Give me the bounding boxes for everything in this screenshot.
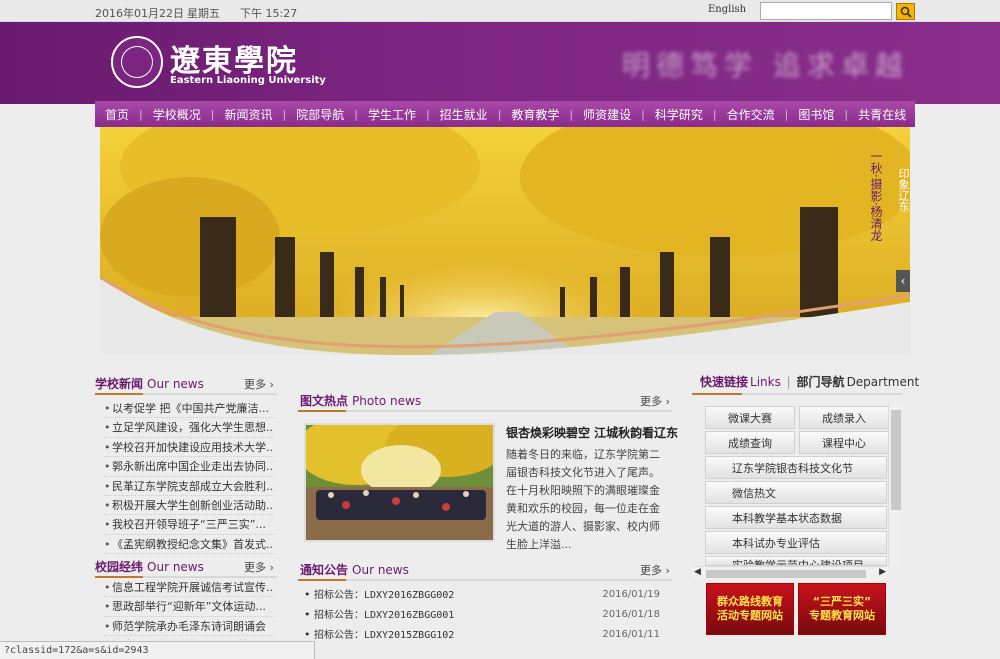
quick-link-button[interactable]: 微信热文 xyxy=(705,481,887,504)
nav-item-3[interactable]: 院部导航 xyxy=(286,106,354,123)
banner-slideshow[interactable]: ‹ xyxy=(100,127,910,355)
school-news-title: 学校新闻 Our news xyxy=(95,377,204,391)
list-item[interactable]: 信息工程学院开展诚信考试宣传... xyxy=(104,578,274,598)
bullet: • xyxy=(304,588,314,601)
top-bar: 2016年01月22日 星期五 下午 15:27 English xyxy=(0,0,1000,22)
list-item[interactable]: 民革辽东学院支部成立大会胜利... xyxy=(104,477,274,496)
notice-title[interactable]: 招标公告：LDXY2016ZBGG002 xyxy=(314,590,454,601)
nav-item-7[interactable]: 师资建设 xyxy=(573,106,641,123)
promo-three-stricts[interactable]: “三严三实” 专题教育网站 xyxy=(798,583,886,635)
nav-item-5[interactable]: 招生就业 xyxy=(430,106,498,123)
quick-link-button[interactable]: 本科试办专业评估 xyxy=(705,531,887,554)
list-item[interactable]: 思政部举行“迎新年”文体运动... xyxy=(104,597,274,617)
english-link[interactable]: English xyxy=(708,4,746,15)
current-weekday: 星期五 xyxy=(187,7,220,20)
nav-item-11[interactable]: 共青在线 xyxy=(848,106,916,123)
quick-link-button[interactable]: 成绩查询 xyxy=(705,431,795,454)
notice-title[interactable]: 招标公告：LDXY2016ZBGG001 xyxy=(314,610,454,621)
photo-news-image[interactable] xyxy=(304,423,495,542)
list-item[interactable]: 郭永新出席中国企业走出去协同... xyxy=(104,457,274,477)
banner-next-arrow[interactable]: ‹ xyxy=(896,270,910,292)
notice-date: 2016/01/18 xyxy=(602,609,660,620)
campus-news-list: 信息工程学院开展诚信考试宣传...思政部举行“迎新年”文体运动...师范学院承办… xyxy=(104,578,274,640)
campus-news-title: 校园经纬 Our news xyxy=(95,560,204,574)
photo-news-more-link[interactable]: 更多 › xyxy=(640,393,670,409)
quick-links-horizontal-scrollbar[interactable]: ◀ ▶ xyxy=(692,566,888,580)
notices-divider xyxy=(298,579,672,581)
quick-links-vertical-scrollbar[interactable] xyxy=(888,404,902,566)
search-button[interactable] xyxy=(896,3,915,20)
list-item[interactable]: 《孟宪纲教授纪念文集》首发式... xyxy=(104,535,274,555)
nav-item-6[interactable]: 教育教学 xyxy=(501,106,569,123)
quick-link-button[interactable]: 课程中心 xyxy=(799,431,889,454)
list-item[interactable]: 师范学院承办毛泽东诗词朗诵会 xyxy=(104,617,274,637)
nav-item-0[interactable]: 首页 xyxy=(95,106,139,123)
photo-news-title: 图文热点 Photo news xyxy=(300,394,422,408)
banner-caption-credit: 一秋·摄影·杨清龙 xyxy=(869,150,883,242)
school-news-more-link[interactable]: 更多 › xyxy=(244,376,274,392)
list-item[interactable]: 信息工程学院举行2016届毕... xyxy=(104,636,274,640)
school-news-divider xyxy=(95,393,277,395)
browser-status-bar: ?classid=172&a=s&id=2943 xyxy=(0,641,315,659)
search-input[interactable] xyxy=(760,2,892,20)
bullet: • xyxy=(304,628,314,641)
school-news-list: 以考促学 把《中国共产党廉洁...立足学风建设，强化大学生思想...学校召开加快… xyxy=(104,399,274,555)
tab-quick-links[interactable]: 快速链接 Links xyxy=(700,375,781,389)
group-photo-image xyxy=(306,425,493,540)
list-item[interactable]: 我校召开领导班子“三严三实”... xyxy=(104,515,274,535)
notice-item[interactable]: • 招标公告：LDXY2016ZBGG002 2016/01/19 xyxy=(304,585,660,605)
nav-item-1[interactable]: 学校概况 xyxy=(143,106,211,123)
nav-item-4[interactable]: 学生工作 xyxy=(358,106,426,123)
photo-news-summary: 随着冬日的来临，辽东学院第二届银杏科技文化节进入了尾声。在十月秋阳映照下的满眼璀… xyxy=(506,448,660,551)
notice-item[interactable]: • 招标公告：LDXY2015ZBGG102 2016/01/11 xyxy=(304,625,660,645)
notice-date: 2016/01/11 xyxy=(602,629,660,640)
campus-news-more-link[interactable]: 更多 › xyxy=(244,559,274,575)
list-item[interactable]: 以考促学 把《中国共产党廉洁... xyxy=(104,399,274,419)
quick-link-button[interactable]: 辽东学院银杏科技文化节 xyxy=(705,456,887,479)
banner-ginkgo-photo xyxy=(100,127,910,355)
notice-date: 2016/01/19 xyxy=(602,589,660,600)
current-time: 下午 15:27 xyxy=(240,7,298,20)
logo-chinese-name[interactable]: 遼東學院 xyxy=(170,36,298,80)
nav-item-9[interactable]: 合作交流 xyxy=(717,106,785,123)
list-item[interactable]: 立足学风建设，强化大学生思想... xyxy=(104,418,274,438)
nav-item-8[interactable]: 科学研究 xyxy=(645,106,713,123)
photo-news-headline[interactable]: 银杏焕彩映碧空 江城秋韵看辽东 xyxy=(506,424,678,441)
list-item[interactable]: 积极开展大学生创新创业活动助... xyxy=(104,496,274,516)
header-slogan: 明德笃学 追求卓越 xyxy=(622,49,909,82)
quick-links-tabs: 快速链接 Links | 部门导航 Department xyxy=(700,375,920,389)
search-icon xyxy=(900,6,912,18)
quick-link-button[interactable]: 微课大赛 xyxy=(705,406,795,429)
notices-list: • 招标公告：LDXY2016ZBGG002 2016/01/19 • 招标公告：L… xyxy=(304,585,660,645)
current-date: 2016年01月22日 xyxy=(95,7,184,20)
nav-item-10[interactable]: 图书馆 xyxy=(788,106,844,123)
bullet: • xyxy=(304,608,314,621)
logo-english-name[interactable]: Eastern Liaoning University xyxy=(170,75,326,86)
notices-more-link[interactable]: 更多 › xyxy=(640,562,670,578)
main-navigation: 首页 | 学校概况 | 新闻资讯 | 院部导航 | 学生工作 | 招生就业 | 教育教学 | 师资建设 | 科学… xyxy=(95,101,915,127)
notice-title[interactable]: 招标公告：LDXY2015ZBGG102 xyxy=(314,630,454,641)
notices-title: 通知公告 Our news xyxy=(300,563,409,577)
banner-caption-title: 印象辽东 xyxy=(897,168,910,212)
university-seal-logo[interactable] xyxy=(111,36,163,88)
notice-item[interactable]: • 招标公告：LDXY2016ZBGG001 2016/01/18 xyxy=(304,605,660,625)
site-header: 遼東學院 Eastern Liaoning University 明德笃学 追求… xyxy=(0,22,1000,104)
quick-links-divider xyxy=(692,393,902,395)
list-item[interactable]: 学校召开加快建设应用技术大学... xyxy=(104,438,274,458)
quick-link-button[interactable]: 成绩录入 xyxy=(799,406,889,429)
nav-item-2[interactable]: 新闻资讯 xyxy=(214,106,282,123)
tab-department-nav[interactable]: 部门导航 Department xyxy=(797,375,920,389)
promo-mass-line-education[interactable]: 群众路线教育 活动专题网站 xyxy=(706,583,794,635)
photo-news-divider xyxy=(298,410,672,412)
quick-link-button[interactable]: 本科教学基本状态数据 xyxy=(705,506,887,529)
quick-link-button[interactable]: 实验教学示范中心建设项目 xyxy=(705,556,887,566)
